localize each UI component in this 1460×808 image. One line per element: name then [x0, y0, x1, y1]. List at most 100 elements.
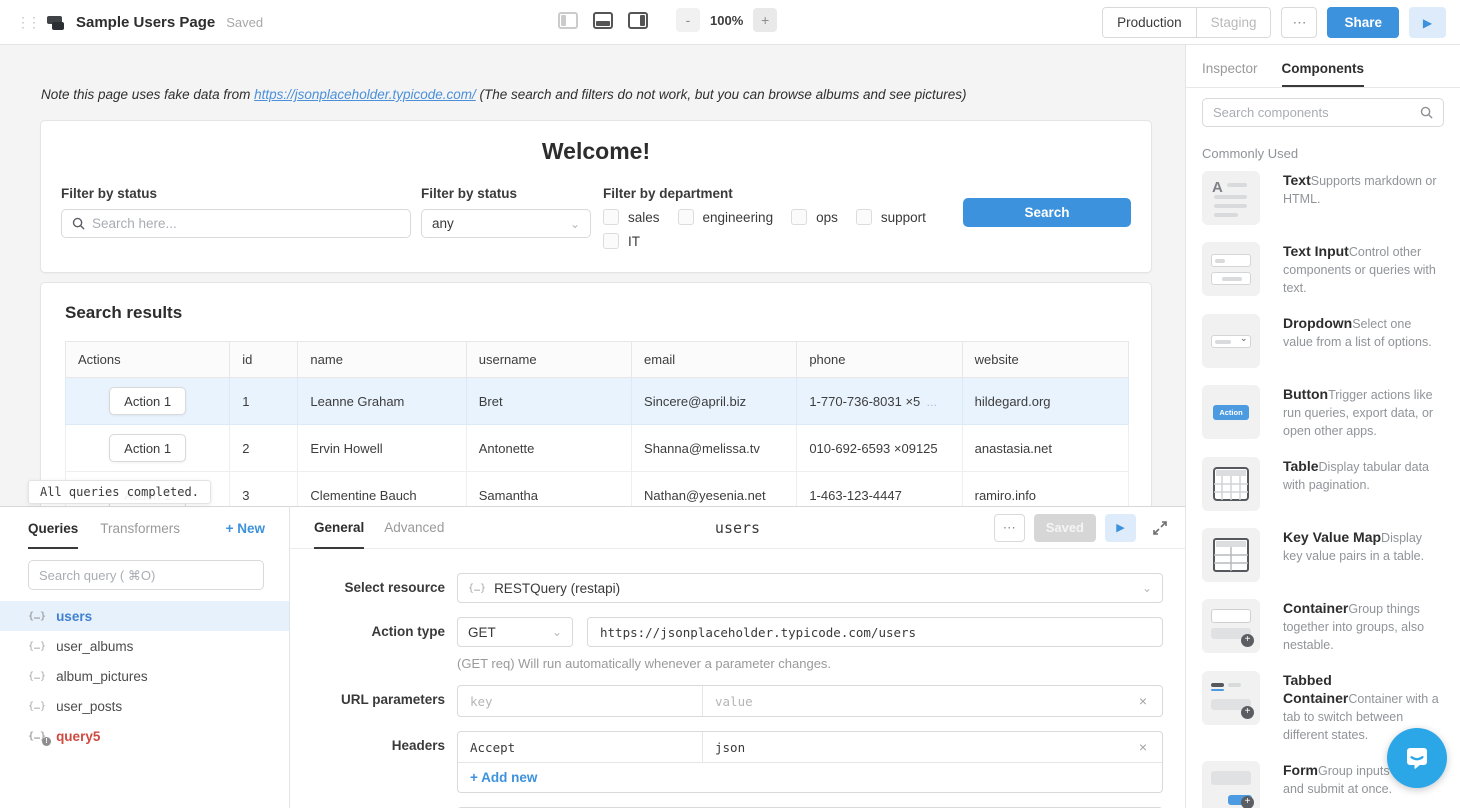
- run-help-text: (GET req) Will run automatically wheneve…: [457, 656, 1163, 671]
- new-query-button[interactable]: + New: [226, 521, 265, 536]
- action-button[interactable]: Action 1: [109, 387, 186, 415]
- component-button[interactable]: Action ButtonTrigger actions like run qu…: [1202, 385, 1444, 440]
- query-item-album-pictures[interactable]: {…}album_pictures: [0, 661, 289, 691]
- component-search-input[interactable]: [1213, 105, 1412, 120]
- component-key-value-map[interactable]: Key Value MapDisplay key value pairs in …: [1202, 528, 1444, 582]
- action-type-label: Action type: [290, 617, 445, 639]
- tab-general[interactable]: General: [314, 507, 364, 549]
- filter-status-label: Filter by status: [61, 186, 411, 201]
- checkbox-icon: [791, 209, 807, 225]
- filter-status2-label: Filter by status: [421, 186, 591, 201]
- header-key-input[interactable]: [458, 732, 702, 762]
- url-input[interactable]: [587, 617, 1163, 647]
- resource-select[interactable]: {…} RESTQuery (restapi) ⌄: [457, 573, 1163, 603]
- cell-email: Shanna@melissa.tv: [632, 425, 797, 472]
- toggle-bottom-panel-icon[interactable]: [593, 12, 613, 29]
- page-title: Sample Users Page: [76, 14, 215, 31]
- cell-id: 1: [230, 378, 298, 425]
- add-new-header-button[interactable]: + Add new: [458, 762, 1162, 792]
- panel-toggles: [558, 12, 648, 29]
- checkbox-icon: [678, 209, 694, 225]
- cell-username: Samantha: [466, 472, 631, 507]
- col-name[interactable]: name: [298, 342, 466, 378]
- preview-play-button[interactable]: ▶: [1409, 7, 1446, 38]
- plus-icon: +: [1241, 796, 1254, 808]
- query-search-input[interactable]: [39, 568, 253, 583]
- remove-param-icon[interactable]: ×: [1124, 686, 1162, 716]
- col-actions[interactable]: Actions: [66, 342, 230, 378]
- toggle-right-panel-icon[interactable]: [628, 12, 648, 29]
- search-button[interactable]: Search: [963, 198, 1131, 227]
- component-name: Dropdown: [1283, 315, 1352, 331]
- query-item-query5[interactable]: {…}!query5: [0, 721, 289, 751]
- checkbox-support[interactable]: support: [856, 209, 926, 225]
- component-search-field[interactable]: [1202, 98, 1444, 127]
- query-editor: General Advanced users ⋯ Saved ▶ Select …: [290, 506, 1185, 808]
- zoom-out-button[interactable]: -: [676, 8, 700, 32]
- col-phone[interactable]: phone: [797, 342, 962, 378]
- table-row[interactable]: Action 1 2 Ervin Howell Antonette Shanna…: [66, 425, 1129, 472]
- header-value-input[interactable]: [703, 732, 1124, 762]
- drag-grip-icon[interactable]: ⋮⋮: [16, 14, 38, 31]
- plus-icon: +: [1241, 634, 1254, 647]
- tab-advanced[interactable]: Advanced: [384, 507, 444, 549]
- checkbox-ops[interactable]: ops: [791, 209, 838, 225]
- checkbox-it[interactable]: IT: [603, 233, 640, 249]
- more-options-button[interactable]: ⋯: [1281, 7, 1317, 38]
- col-website[interactable]: website: [962, 342, 1128, 378]
- run-query-button[interactable]: ▶: [1105, 514, 1136, 542]
- method-select[interactable]: GET ⌄: [457, 617, 573, 647]
- table-row[interactable]: Action 1 1 Leanne Graham Bret Sincere@ap…: [66, 378, 1129, 425]
- env-production-button[interactable]: Production: [1103, 8, 1197, 37]
- env-staging-button[interactable]: Staging: [1197, 8, 1271, 37]
- query-item-user-posts[interactable]: {…}user_posts: [0, 691, 289, 721]
- tab-inspector[interactable]: Inspector: [1202, 61, 1258, 87]
- component-container[interactable]: + ContainerGroup things together into gr…: [1202, 599, 1444, 654]
- component-text[interactable]: A TextSupports markdown or HTML.: [1202, 171, 1444, 225]
- col-username[interactable]: username: [466, 342, 631, 378]
- zoom-in-button[interactable]: +: [753, 8, 777, 32]
- share-button[interactable]: Share: [1327, 7, 1399, 38]
- checkbox-engineering[interactable]: engineering: [678, 209, 774, 225]
- toggle-left-panel-icon[interactable]: [558, 12, 578, 29]
- action-button[interactable]: Action 1: [109, 434, 186, 462]
- expand-icon[interactable]: [1151, 519, 1169, 537]
- status-search-input[interactable]: [92, 216, 400, 231]
- chevron-down-icon: ⌄: [570, 217, 580, 231]
- welcome-heading: Welcome!: [41, 138, 1151, 165]
- app-icon: [47, 15, 67, 31]
- phone-text: 1-770-736-8031 ×5: [809, 394, 920, 409]
- error-badge: !: [42, 737, 51, 746]
- status-dropdown[interactable]: any ⌄: [421, 209, 591, 238]
- headers-label: Headers: [290, 731, 445, 753]
- col-email[interactable]: email: [632, 342, 797, 378]
- checkbox-sales[interactable]: sales: [603, 209, 660, 225]
- component-text-input[interactable]: Text InputControl other components or qu…: [1202, 242, 1444, 297]
- braces-icon: {…}: [28, 701, 46, 712]
- table-row[interactable]: Action 1 3 Clementine Bauch Samantha Nat…: [66, 472, 1129, 507]
- remove-header-icon[interactable]: ×: [1124, 732, 1162, 762]
- cell-phone: 1-463-123-4447: [797, 472, 962, 507]
- query-item-users[interactable]: {…}users: [0, 601, 289, 631]
- tab-queries[interactable]: Queries: [28, 507, 78, 549]
- tab-components[interactable]: Components: [1282, 61, 1365, 87]
- component-table[interactable]: TableDisplay tabular data with paginatio…: [1202, 457, 1444, 511]
- query-more-button[interactable]: ⋯: [994, 514, 1025, 542]
- header-row: ×: [458, 732, 1162, 762]
- results-heading: Search results: [65, 303, 1127, 323]
- overflow-ellipsis-icon[interactable]: …: [926, 397, 938, 409]
- chat-launcher-button[interactable]: [1387, 728, 1447, 788]
- component-dropdown[interactable]: ⌄ DropdownSelect one value from a list o…: [1202, 314, 1444, 368]
- tab-transformers[interactable]: Transformers: [100, 507, 180, 549]
- status-search-field[interactable]: [61, 209, 411, 238]
- key-value-map-component-icon: [1202, 528, 1260, 582]
- query-item-user-albums[interactable]: {…}user_albums: [0, 631, 289, 661]
- checkbox-icon: [603, 209, 619, 225]
- col-id[interactable]: id: [230, 342, 298, 378]
- param-key-input[interactable]: [458, 686, 702, 716]
- param-value-input[interactable]: [703, 686, 1124, 716]
- note-link[interactable]: https://jsonplaceholder.typicode.com/: [254, 87, 476, 102]
- query-search-field[interactable]: [28, 560, 264, 590]
- cell-email: Nathan@yesenia.net: [632, 472, 797, 507]
- saved-button[interactable]: Saved: [1034, 514, 1096, 542]
